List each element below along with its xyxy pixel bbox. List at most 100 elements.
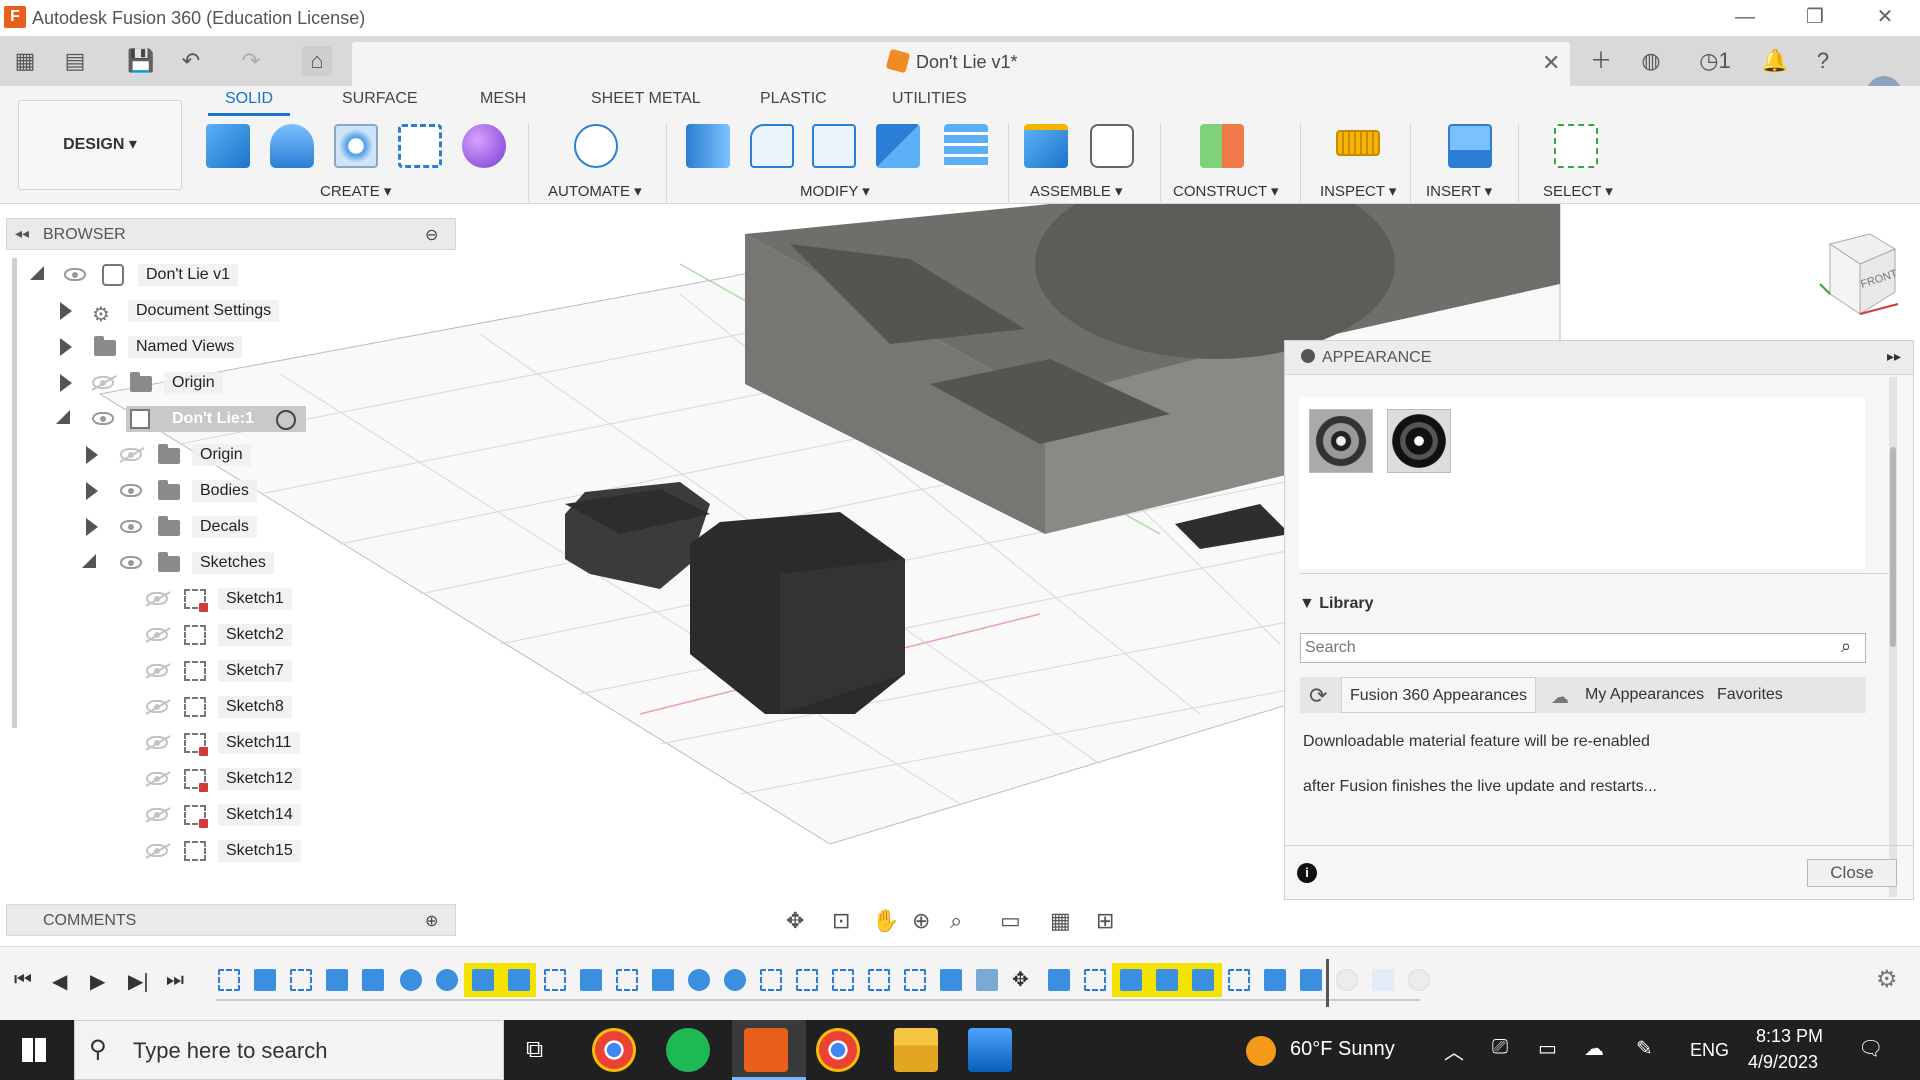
display-settings-icon[interactable]: ▭: [1000, 908, 1021, 934]
comments-panel-header[interactable]: COMMENTS ⊕: [6, 904, 456, 936]
joint-icon[interactable]: [1090, 124, 1134, 168]
photos-app-icon[interactable]: [968, 1028, 1012, 1072]
tree-item-component[interactable]: Don't Lie:1: [0, 404, 460, 434]
tree-item-origin[interactable]: Origin: [0, 368, 460, 398]
eye-hidden-icon[interactable]: [146, 628, 168, 641]
go-to-end-icon[interactable]: ⏭: [166, 969, 184, 992]
windows-start-icon[interactable]: [22, 1038, 46, 1062]
expand-triangle-icon[interactable]: [86, 482, 98, 500]
step-back-icon[interactable]: ◀: [52, 969, 67, 994]
close-button[interactable]: Close: [1807, 859, 1897, 887]
tab-my-appearances[interactable]: My Appearances: [1577, 677, 1712, 713]
meet-now-icon[interactable]: ⎚: [1492, 1036, 1508, 1059]
clock-date[interactable]: 4/9/2023: [1748, 1052, 1818, 1073]
timeline-move-feature[interactable]: [976, 969, 998, 991]
timeline-extrude-feature[interactable]: [326, 969, 348, 991]
eye-visible-icon[interactable]: [64, 268, 86, 281]
eye-hidden-icon[interactable]: [120, 448, 142, 461]
tree-item-sketch[interactable]: Sketch11: [0, 728, 460, 758]
expand-triangle-icon[interactable]: [60, 302, 72, 320]
eye-hidden-icon[interactable]: [146, 736, 168, 749]
eye-visible-icon[interactable]: [120, 520, 142, 533]
eye-visible-icon[interactable]: [120, 556, 142, 569]
collapse-triangle-icon[interactable]: [30, 266, 44, 280]
tree-item-sketch[interactable]: Sketch14: [0, 800, 460, 830]
new-joint-component-icon[interactable]: [1024, 124, 1068, 168]
chrome-profile-app-icon[interactable]: [816, 1028, 860, 1072]
modify-menu[interactable]: MODIFY ▾: [800, 182, 870, 200]
notifications-center-icon[interactable]: 🗨: [1858, 1036, 1883, 1061]
timeline-extrude-feature[interactable]: [940, 969, 962, 991]
timeline-settings-gear-icon[interactable]: ⚙: [1876, 965, 1898, 994]
tree-item-sketch[interactable]: Sketch8: [0, 692, 460, 722]
restore-button[interactable]: ❐: [1780, 0, 1850, 36]
tab-utilities[interactable]: UTILITIES: [892, 90, 967, 108]
taskbar-search-placeholder[interactable]: Type here to search: [133, 1038, 327, 1064]
collapse-panel-icon[interactable]: ◂◂: [15, 225, 29, 242]
extrude-icon[interactable]: [270, 124, 314, 168]
tree-item-sketch[interactable]: Sketch15: [0, 836, 460, 866]
eye-hidden-icon[interactable]: [146, 592, 168, 605]
tree-item-sketch[interactable]: Sketch2: [0, 620, 460, 650]
network-cloud-icon[interactable]: ☁: [1584, 1036, 1604, 1061]
notifications-bell-icon[interactable]: 🔔: [1760, 46, 1790, 76]
fusion-app-icon[interactable]: [744, 1028, 788, 1072]
orbit-icon[interactable]: ✥: [786, 908, 804, 934]
offset-plane-icon[interactable]: [1200, 124, 1244, 168]
create-form-icon[interactable]: [462, 124, 506, 168]
tab-mesh[interactable]: MESH: [480, 90, 526, 108]
select-window-icon[interactable]: [1554, 124, 1598, 168]
select-menu[interactable]: SELECT ▾: [1543, 182, 1613, 200]
eye-visible-icon[interactable]: [92, 412, 114, 425]
minus-circle-icon[interactable]: ⊖: [425, 225, 438, 245]
appearance-swatch[interactable]: [1309, 409, 1373, 473]
timeline-fillet-feature[interactable]: [724, 969, 746, 991]
timeline-extrude-feature[interactable]: [254, 969, 276, 991]
home-icon[interactable]: ⌂: [302, 46, 332, 76]
pan-hand-icon[interactable]: ✋: [872, 908, 899, 934]
timeline-extrude-feature[interactable]: [1120, 969, 1142, 991]
timeline-extrude-feature[interactable]: [1156, 969, 1178, 991]
timeline-sketch-feature[interactable]: [832, 969, 854, 991]
timeline-sketch-feature[interactable]: [868, 969, 890, 991]
pen-icon[interactable]: ✎: [1636, 1036, 1653, 1061]
press-pull-icon[interactable]: [686, 124, 730, 168]
shell-icon[interactable]: [812, 124, 856, 168]
new-component-icon[interactable]: [206, 124, 250, 168]
appearance-header[interactable]: APPEARANCE ▸▸: [1285, 341, 1913, 375]
eye-hidden-icon[interactable]: [146, 664, 168, 677]
timeline-fillet-feature[interactable]: [400, 969, 422, 991]
tree-root[interactable]: Don't Lie v1: [0, 260, 460, 290]
timeline-sketch-feature[interactable]: [760, 969, 782, 991]
extensions-icon[interactable]: ◍: [1636, 46, 1666, 76]
measure-icon[interactable]: [1336, 130, 1380, 156]
close-document-button[interactable]: ✕: [1542, 50, 1560, 76]
clock-time[interactable]: 8:13 PM: [1756, 1026, 1823, 1047]
play-icon[interactable]: ▶: [90, 969, 105, 994]
eye-hidden-icon[interactable]: [146, 700, 168, 713]
minimize-button[interactable]: —: [1710, 0, 1780, 36]
timeline-suppressed-feature[interactable]: [1372, 969, 1394, 991]
battery-icon[interactable]: ▭: [1538, 1036, 1557, 1061]
timeline-sketch-feature[interactable]: [290, 969, 312, 991]
timeline-extrude-feature[interactable]: [472, 969, 494, 991]
expand-triangle-icon[interactable]: [60, 374, 72, 392]
expand-triangle-icon[interactable]: [86, 446, 98, 464]
expand-triangle-icon[interactable]: [60, 338, 72, 356]
go-to-start-icon[interactable]: ⏮: [14, 969, 32, 992]
language-indicator[interactable]: ENG: [1690, 1040, 1729, 1061]
library-section[interactable]: ▼ Library: [1299, 595, 1374, 613]
timeline-extrude-feature[interactable]: [1300, 969, 1322, 991]
timeline-sketch-feature[interactable]: [796, 969, 818, 991]
view-cube[interactable]: FRONT: [1819, 233, 1899, 315]
timeline-sketch-feature[interactable]: [1228, 969, 1250, 991]
timeline-marker[interactable]: [1326, 959, 1329, 1007]
tree-item-comp-origin[interactable]: Origin: [0, 440, 460, 470]
undo-icon[interactable]: ↶: [176, 46, 206, 76]
create-sketch-icon[interactable]: [398, 124, 442, 168]
activate-radio-icon[interactable]: [276, 410, 296, 430]
timeline-extrude-feature[interactable]: [652, 969, 674, 991]
look-at-icon[interactable]: ⊡: [832, 908, 850, 934]
tab-sheet-metal[interactable]: SHEET METAL: [591, 90, 701, 108]
appearance-search[interactable]: ⌕: [1300, 633, 1866, 663]
